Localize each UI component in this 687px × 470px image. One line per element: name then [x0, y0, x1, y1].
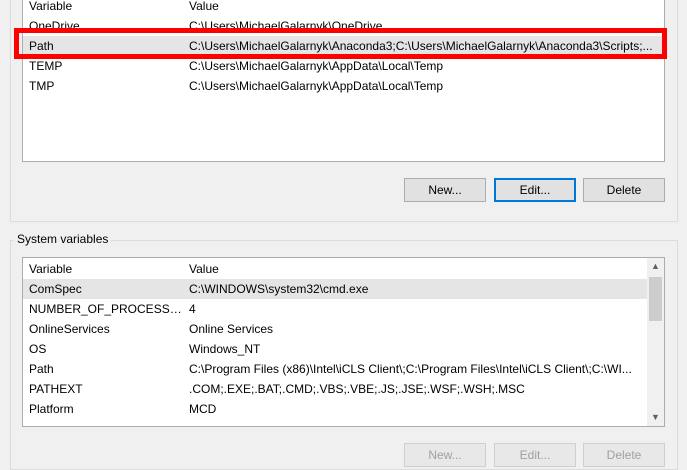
system-variables-list[interactable]: Variable Value ComSpec C:\WINDOWS\system…	[22, 257, 665, 427]
table-row[interactable]: Path C:\Program Files (x86)\Intel\iCLS C…	[23, 359, 647, 379]
table-row[interactable]: NUMBER_OF_PROCESSORS 4	[23, 299, 647, 319]
scrollbar-thumb[interactable]	[649, 277, 662, 321]
scroll-up-arrow-icon[interactable]: ▲	[647, 258, 664, 275]
system-new-button[interactable]: New...	[404, 443, 486, 467]
column-header-variable[interactable]: Variable	[29, 259, 184, 279]
table-row[interactable]: ComSpec C:\WINDOWS\system32\cmd.exe	[23, 279, 647, 299]
variable-value: C:\Users\MichaelGalarnyk\AppData\Local\T…	[189, 79, 444, 93]
column-header-value[interactable]: Value	[189, 259, 219, 279]
user-delete-button[interactable]: Delete	[583, 178, 665, 202]
variable-name: Path	[29, 362, 54, 376]
user-edit-button[interactable]: Edit...	[494, 178, 576, 202]
column-header-value[interactable]: Value	[189, 0, 219, 16]
variable-value: C:\Users\MichaelGalarnyk\OneDrive	[189, 19, 383, 33]
variable-value: C:\WINDOWS\system32\cmd.exe	[189, 282, 369, 296]
variable-value: C:\Users\MichaelGalarnyk\Anaconda3;C:\Us…	[189, 39, 653, 53]
variable-name: PATHEXT	[29, 382, 83, 396]
table-row[interactable]: TEMP C:\Users\MichaelGalarnyk\AppData\Lo…	[23, 56, 664, 76]
table-row[interactable]: Platform MCD	[23, 399, 647, 419]
system-delete-button[interactable]: Delete	[583, 443, 665, 467]
table-row[interactable]: TMP C:\Users\MichaelGalarnyk\AppData\Loc…	[23, 76, 664, 96]
variable-name: Platform	[29, 402, 74, 416]
system-list-header: Variable Value	[23, 259, 664, 279]
table-row[interactable]: PATHEXT .COM;.EXE;.BAT;.CMD;.VBS;.VBE;.J…	[23, 379, 647, 399]
variable-name: OS	[29, 342, 47, 356]
user-new-button[interactable]: New...	[404, 178, 486, 202]
variable-name: Path	[29, 39, 54, 53]
system-edit-button[interactable]: Edit...	[494, 443, 576, 467]
variable-value: C:\Program Files (x86)\Intel\iCLS Client…	[189, 362, 632, 376]
user-variables-list[interactable]: Variable Value OneDrive C:\Users\Michael…	[22, 0, 665, 162]
variable-value: MCD	[189, 402, 217, 416]
variable-value: .COM;.EXE;.BAT;.CMD;.VBS;.VBE;.JS;.JSE;.…	[189, 382, 525, 396]
column-header-variable[interactable]: Variable	[29, 0, 184, 16]
table-row[interactable]: OS Windows_NT	[23, 339, 647, 359]
system-variables-label: System variables	[14, 232, 112, 246]
table-row-selected[interactable]: Path C:\Users\MichaelGalarnyk\Anaconda3;…	[23, 36, 664, 56]
variable-name: OneDrive	[29, 19, 80, 33]
variable-name: ComSpec	[29, 282, 82, 296]
scroll-down-arrow-icon[interactable]: ▼	[647, 409, 664, 426]
variable-value: 4	[189, 302, 196, 316]
variable-value: Online Services	[189, 322, 274, 336]
table-row[interactable]: OnlineServices Online Services	[23, 319, 647, 339]
variable-value: Windows_NT	[189, 342, 261, 356]
variable-value: C:\Users\MichaelGalarnyk\AppData\Local\T…	[189, 59, 444, 73]
vertical-scrollbar[interactable]: ▲ ▼	[647, 258, 664, 426]
variable-name: TEMP	[29, 59, 63, 73]
variable-name: NUMBER_OF_PROCESSORS	[29, 302, 184, 316]
variable-name: OnlineServices	[29, 322, 110, 336]
table-row[interactable]: OneDrive C:\Users\MichaelGalarnyk\OneDri…	[23, 16, 664, 36]
user-list-header: Variable Value	[23, 0, 664, 16]
variable-name: TMP	[29, 79, 55, 93]
